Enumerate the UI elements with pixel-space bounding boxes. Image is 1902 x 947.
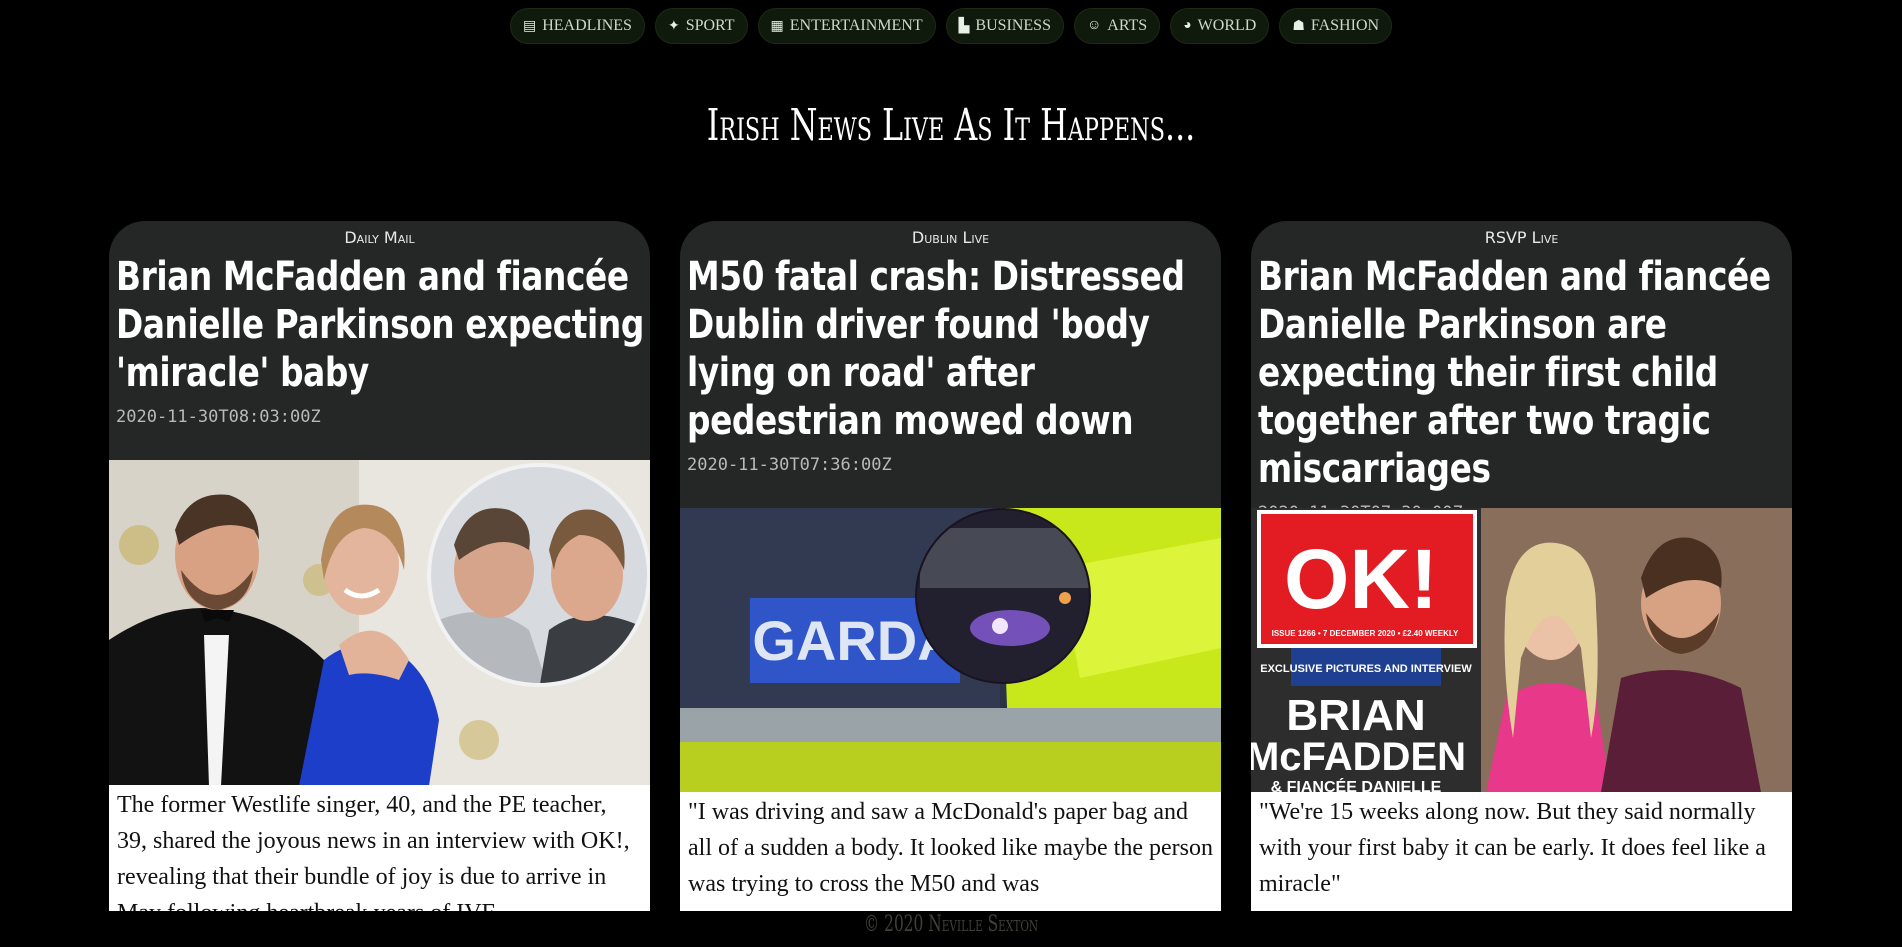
nav-label: HEADLINES bbox=[542, 17, 632, 34]
nav-fashion-button[interactable]: ☗ FASHION bbox=[1279, 8, 1393, 44]
card-photo-garda: GARDA bbox=[680, 508, 1221, 792]
card-photo-couple bbox=[109, 460, 650, 786]
hat-icon: ☗ bbox=[1292, 18, 1305, 34]
newspaper-icon: ▤ bbox=[522, 18, 537, 34]
card-source: RSVP Live bbox=[1484, 228, 1559, 247]
footer-copyright: © 2020 Neville Sexton bbox=[863, 912, 1039, 937]
ok-logo: OK! bbox=[1284, 532, 1438, 626]
nav-label: FASHION bbox=[1310, 17, 1380, 34]
card-source: Dublin Live bbox=[911, 228, 990, 247]
industry-icon: ▙ bbox=[958, 18, 970, 34]
page-title: Irish News Live As It Happens... bbox=[706, 100, 1196, 151]
card-headline[interactable]: Brian McFadden and fiancée Danielle Park… bbox=[116, 253, 650, 397]
card-image[interactable] bbox=[109, 460, 650, 786]
card-date: 2020-11-30T07:36:00Z bbox=[687, 455, 892, 475]
ok-name2: McFADDEN bbox=[1251, 735, 1466, 779]
card-headline[interactable]: Brian McFadden and fiancée Danielle Park… bbox=[1258, 253, 1792, 493]
nav-label: BUSINESS bbox=[975, 17, 1051, 34]
film-icon: ▦ bbox=[770, 18, 784, 34]
nav-sport-button[interactable]: ✦ SPORT bbox=[654, 8, 748, 44]
running-icon: ✦ bbox=[667, 18, 680, 34]
ok-name1: BRIAN bbox=[1286, 691, 1425, 740]
news-card[interactable]: RSVP Live Brian McFadden and fiancée Dan… bbox=[1251, 221, 1792, 911]
card-description: "I was driving and saw a McDonald's pape… bbox=[680, 792, 1221, 911]
theater-masks-icon: ☺ bbox=[1086, 18, 1102, 33]
card-image[interactable]: OK! ISSUE 1266 • 7 DECEMBER 2020 • £2.40… bbox=[1251, 508, 1792, 792]
ok-badge: EXCLUSIVE PICTURES AND INTERVIEW bbox=[1260, 663, 1472, 675]
nav-world-button[interactable]: ◕ WORLD bbox=[1170, 8, 1270, 44]
nav-entertainment-button[interactable]: ▦ ENTERTAINMENT bbox=[757, 8, 936, 44]
nav-label: ARTS bbox=[1107, 17, 1148, 34]
news-card[interactable]: Dublin Live M50 fatal crash: Distressed … bbox=[680, 221, 1221, 911]
category-nav: ▤ HEADLINES ✦ SPORT ▦ ENTERTAINMENT ▙ BU… bbox=[0, 8, 1902, 44]
card-headline[interactable]: M50 fatal crash: Distressed Dublin drive… bbox=[687, 253, 1221, 445]
ok-issue: ISSUE 1266 • 7 DECEMBER 2020 • £2.40 WEE… bbox=[1272, 629, 1459, 638]
news-card[interactable]: Daily Mail Brian McFadden and fiancée Da… bbox=[109, 221, 650, 911]
nav-label: WORLD bbox=[1197, 17, 1257, 34]
card-description: The former Westlife singer, 40, and the … bbox=[109, 785, 650, 911]
ok-name3: & FIANCÉE DANIELLE bbox=[1271, 777, 1442, 792]
card-date: 2020-11-30T08:03:00Z bbox=[116, 407, 321, 427]
globe-icon: ◕ bbox=[1183, 18, 1192, 33]
nav-label: ENTERTAINMENT bbox=[789, 17, 923, 34]
card-image[interactable]: GARDA bbox=[680, 508, 1221, 792]
card-photo-ok-magazine: OK! ISSUE 1266 • 7 DECEMBER 2020 • £2.40… bbox=[1251, 508, 1792, 792]
nav-label: SPORT bbox=[685, 17, 735, 34]
card-description: "We're 15 weeks along now. But they said… bbox=[1251, 792, 1792, 911]
nav-business-button[interactable]: ▙ BUSINESS bbox=[945, 8, 1064, 44]
nav-arts-button[interactable]: ☺ ARTS bbox=[1073, 8, 1161, 44]
card-source: Daily Mail bbox=[344, 228, 415, 247]
nav-headlines-button[interactable]: ▤ HEADLINES bbox=[509, 8, 645, 44]
